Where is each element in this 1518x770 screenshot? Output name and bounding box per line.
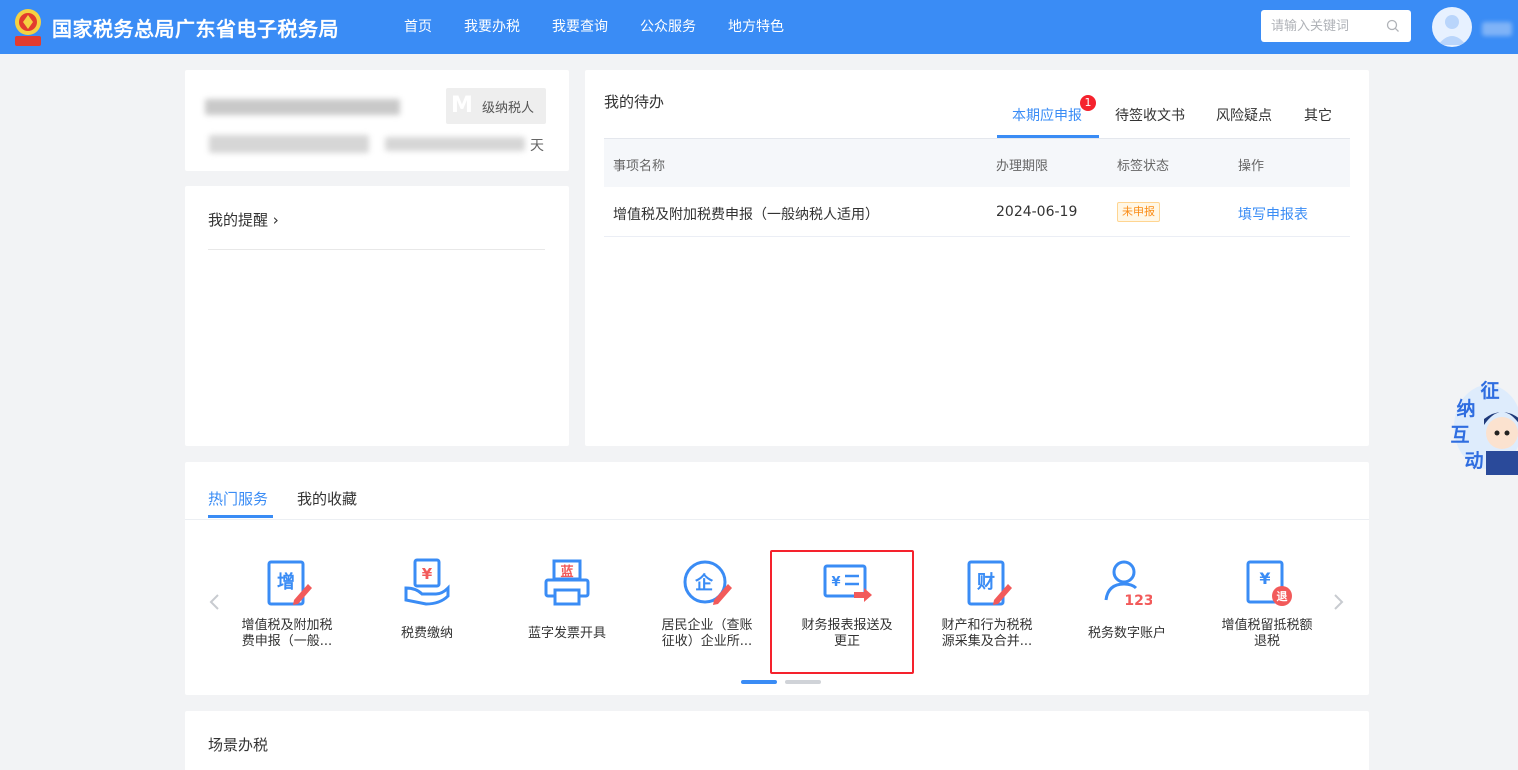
carousel-dot-active[interactable] [741, 680, 777, 684]
carousel-pagination [741, 680, 821, 684]
service-label: 税务数字账户 [1087, 626, 1166, 641]
todo-item-name: 增值税及附加税费申报（一般纳税人适用） [613, 207, 879, 223]
vat-refund-icon: ¥ 退 [1246, 560, 1292, 606]
svg-text:增: 增 [277, 571, 295, 593]
search-icon[interactable] [1385, 18, 1401, 34]
highlight-box [770, 550, 914, 674]
tab-hot-services[interactable]: 热门服务 [208, 488, 268, 509]
active-tab-underline [208, 515, 273, 518]
service-label: 蓝字发票开具 [527, 626, 606, 641]
service-blue-invoice[interactable]: 蓝 蓝字发票开具 [497, 558, 637, 658]
nav-do-tax[interactable]: 我要办税 [464, 0, 520, 54]
property-tax-icon: 财 [967, 560, 1012, 606]
service-vat-refund[interactable]: ¥ 退 增值税留抵税额 退税 [1197, 558, 1337, 658]
tab-risk-doubts[interactable]: 风险疑点 [1216, 105, 1272, 125]
service-property-behavior-tax[interactable]: 财 财产和行为税税 源采集及合并... [917, 558, 1057, 658]
days-unit: 天 [530, 138, 544, 154]
tab-current-declaration[interactable]: 本期应申报 [1012, 105, 1082, 125]
carousel-dot[interactable] [785, 680, 821, 684]
svg-text:退: 退 [1277, 589, 1288, 603]
service-label: 居民企业（查账 征收）企业所... [661, 618, 753, 649]
divider [208, 249, 545, 250]
service-tax-payment[interactable]: ¥ 税费缴纳 [357, 558, 497, 658]
search-input[interactable] [1261, 10, 1381, 42]
divider [185, 519, 1369, 520]
svg-text:123: 123 [1124, 593, 1152, 608]
status-badge: 未申报 [1117, 202, 1160, 222]
nav-public-service[interactable]: 公众服务 [640, 0, 696, 54]
todo-card: 我的待办 本期应申报 1 待签收文书 风险疑点 其它 事项名称 办理期限 标签状… [585, 70, 1369, 446]
enterprise-tax-icon: 企 [683, 560, 732, 605]
table-row: 增值税及附加税费申报（一般纳税人适用） 2024-06-19 未申报 填写申报表 [604, 187, 1350, 237]
svg-text:企: 企 [694, 572, 714, 594]
vat-declare-icon: 增 [267, 560, 312, 606]
fill-declaration-link[interactable]: 填写申报表 [1238, 204, 1308, 224]
todo-item-deadline: 2024-06-19 [996, 204, 1078, 220]
main-nav: 首页 我要办税 我要查询 公众服务 地方特色 [404, 0, 816, 54]
service-label: 财产和行为税税 源采集及合并... [941, 618, 1033, 649]
tab-my-favorites[interactable]: 我的收藏 [297, 488, 357, 509]
widget-char: 动 [1464, 450, 1483, 472]
invoice-printer-icon: 蓝 [544, 559, 590, 606]
svg-text:¥: ¥ [1259, 569, 1270, 588]
hot-services-card: 热门服务 我的收藏 增 增值税及附加税 费申报（一般... ¥ 税费缴纳 蓝 蓝… [185, 462, 1369, 695]
top-header: 国家税务总局广东省电子税务局 首页 我要办税 我要查询 公众服务 地方特色 [0, 0, 1518, 54]
site-title[interactable]: 国家税务总局广东省电子税务局 [52, 13, 339, 42]
column-header: 事项名称 [613, 159, 666, 174]
svg-text:财: 财 [977, 571, 995, 593]
user-name-masked[interactable] [1482, 22, 1512, 36]
svg-text:蓝: 蓝 [560, 564, 573, 580]
search-box [1261, 10, 1411, 42]
svg-text:¥: ¥ [422, 565, 433, 583]
nav-home[interactable]: 首页 [404, 0, 432, 54]
column-header: 操作 [1238, 159, 1265, 174]
credit-info-masked [385, 137, 525, 151]
service-vat-declaration[interactable]: 增 增值税及附加税 费申报（一般... [217, 558, 357, 658]
taxpayer-level-label: 级纳税人 [482, 101, 535, 116]
reminder-title-link[interactable]: 我的提醒 › [208, 209, 279, 230]
service-label: 税费缴纳 [400, 626, 453, 641]
digital-account-icon: 123 [1104, 560, 1152, 608]
taxpayer-level-tag: M 级纳税人 [446, 88, 546, 124]
taxpayer-level-letter: M [451, 93, 473, 118]
service-label: 增值税及附加税 费申报（一般... [241, 618, 333, 649]
column-header: 标签状态 [1117, 159, 1170, 174]
widget-char: 纳 [1456, 397, 1475, 420]
notification-badge: 1 [1080, 95, 1096, 111]
user-avatar[interactable] [1432, 7, 1472, 47]
widget-char: 互 [1450, 424, 1469, 446]
company-name-masked [205, 99, 400, 115]
service-label: 增值税留抵税额 退税 [1221, 618, 1313, 649]
scene-title: 场景办税 [208, 736, 269, 754]
reminder-card: 我的提醒 › [185, 186, 569, 446]
tax-payment-icon: ¥ [404, 558, 450, 606]
column-header: 办理期限 [996, 159, 1049, 174]
scene-tax-card: 场景办税 [185, 711, 1369, 770]
nav-query[interactable]: 我要查询 [552, 0, 608, 54]
tax-emblem-logo[interactable] [10, 6, 46, 48]
tab-pending-documents[interactable]: 待签收文书 [1115, 105, 1185, 125]
service-digital-account[interactable]: 123 税务数字账户 [1057, 558, 1197, 658]
nav-local-feature[interactable]: 地方特色 [728, 0, 784, 54]
widget-char: 征 [1480, 379, 1499, 402]
tab-others[interactable]: 其它 [1304, 105, 1332, 125]
todo-tabs: 本期应申报 1 待签收文书 风险疑点 其它 [585, 95, 1369, 138]
service-enterprise-income-tax[interactable]: 企 居民企业（查账 征收）企业所... [637, 558, 777, 658]
todo-table-header: 事项名称 办理期限 标签状态 操作 [604, 139, 1350, 187]
tax-id-masked [209, 135, 369, 153]
user-avatar-icon [1438, 15, 1466, 45]
interaction-widget-icon[interactable]: 征 纳 互 动 [1444, 375, 1518, 475]
